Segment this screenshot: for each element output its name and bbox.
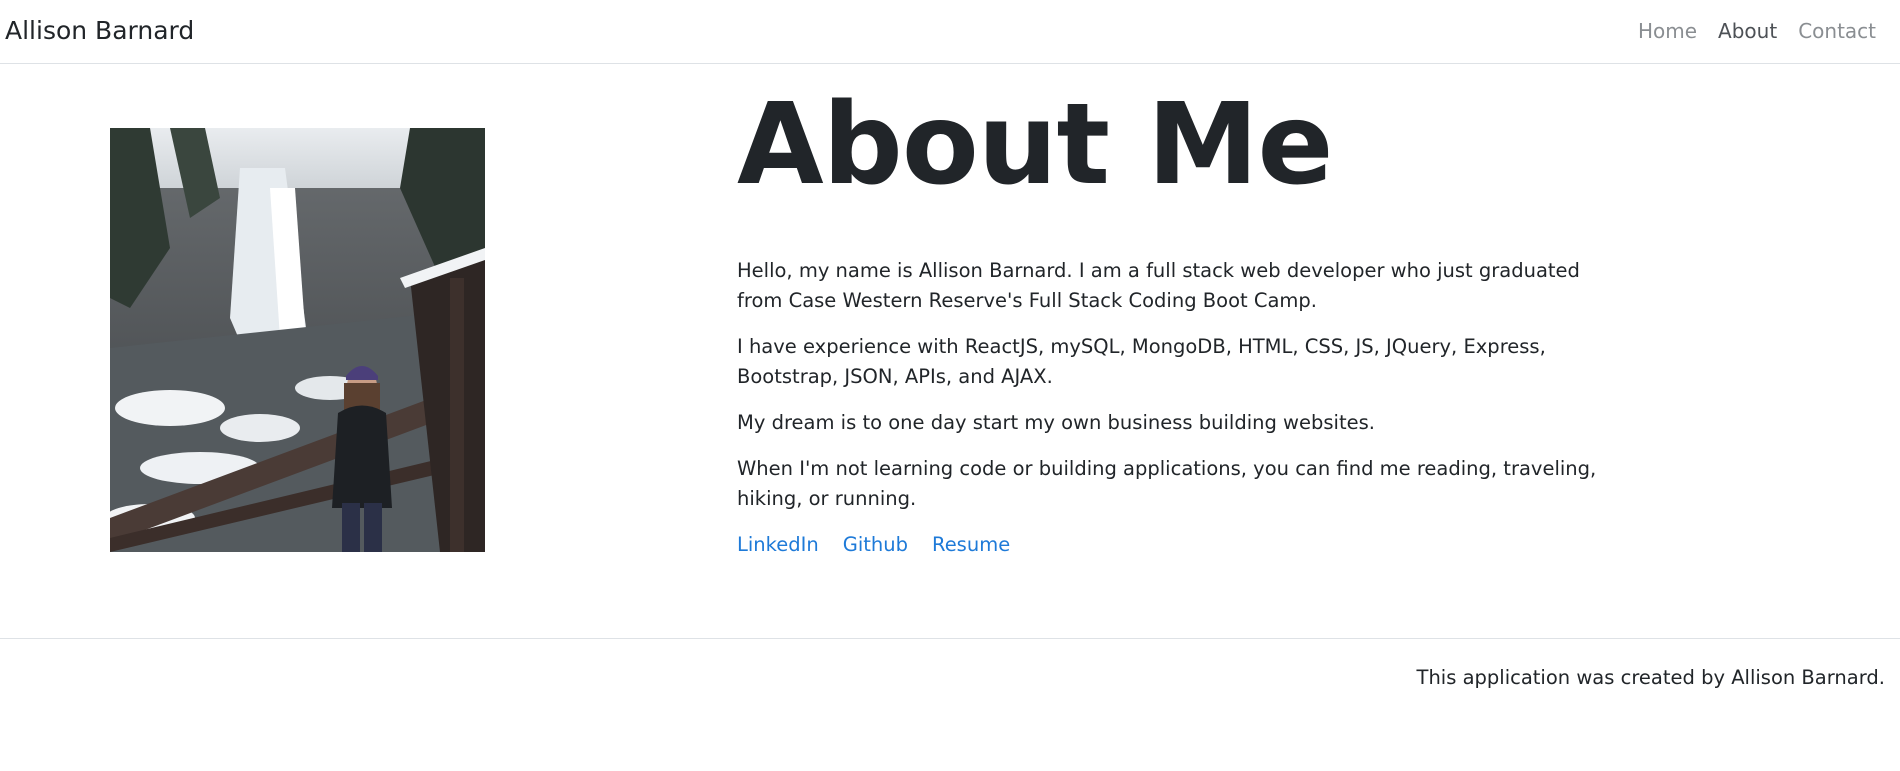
about-section: About Me Hello, my name is Allison Barna… <box>737 72 1637 560</box>
navbar-brand[interactable]: Allison Barnard <box>5 14 194 48</box>
about-paragraph-4: When I'm not learning code or building a… <box>737 457 1597 510</box>
page-title: About Me <box>737 80 1333 210</box>
nav-link-about[interactable]: About <box>1718 17 1777 45</box>
about-paragraphs: Hello, my name is Allison Barnard. I am … <box>737 256 1637 514</box>
about-paragraph-3: My dream is to one day start my own busi… <box>737 411 1375 434</box>
nav-link-contact[interactable]: Contact <box>1798 17 1876 45</box>
footer-credit: This application was created by Allison … <box>1416 666 1885 689</box>
nav-links: Home About Contact <box>1638 17 1876 45</box>
navbar: Allison Barnard Home About Contact <box>0 0 1900 64</box>
profile-links: LinkedIn Github Resume <box>737 530 1637 560</box>
footer: This application was created by Allison … <box>0 638 1900 771</box>
github-link[interactable]: Github <box>843 530 908 560</box>
about-paragraph-1: Hello, my name is Allison Barnard. I am … <box>737 259 1580 312</box>
nav-link-home[interactable]: Home <box>1638 17 1697 45</box>
linkedin-link[interactable]: LinkedIn <box>737 530 819 560</box>
profile-photo <box>110 128 485 552</box>
resume-link[interactable]: Resume <box>932 530 1010 560</box>
about-paragraph-2: I have experience with ReactJS, mySQL, M… <box>737 335 1546 388</box>
